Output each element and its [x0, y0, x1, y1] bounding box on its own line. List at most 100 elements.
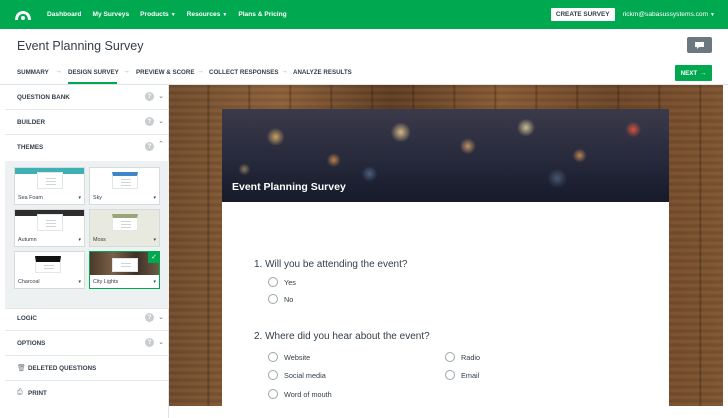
active-step-indicator	[68, 82, 117, 84]
question-2-choice-word-of-mouth[interactable]: Word of mouth	[268, 389, 332, 399]
step-collect-responses[interactable]: COLLECT RESPONSES	[209, 69, 278, 76]
nav-my-surveys-label: My Surveys	[92, 11, 130, 18]
question-2-choice-website[interactable]: Website	[268, 352, 310, 362]
help-icon[interactable]: ?	[145, 313, 154, 322]
theme-city-lights[interactable]: City Lights ▾ ✓	[89, 251, 160, 289]
sidebar-deleted-questions[interactable]: 🗑 DELETED QUESTIONS	[5, 356, 169, 381]
radio-button[interactable]	[268, 370, 278, 380]
theme-preview-card	[112, 214, 138, 231]
sidebar-print-label: PRINT	[28, 390, 47, 397]
help-icon[interactable]: ?	[145, 142, 154, 151]
chevron-down-icon[interactable]: ▾	[153, 195, 156, 201]
user-account-menu[interactable]: rickm@sabasussystems.com ▼	[623, 11, 715, 18]
nav-my-surveys[interactable]: My Surveys	[92, 11, 129, 18]
step-arrow-icon: →	[55, 68, 62, 75]
sidebar-themes-label: THEMES	[17, 144, 44, 151]
nav-products[interactable]: Products ▼	[140, 11, 176, 18]
nav-products-label: Products	[140, 11, 169, 18]
nav-dashboard[interactable]: Dashboard	[47, 11, 81, 18]
chevron-down-icon[interactable]: ⌄	[158, 92, 164, 100]
question-1-choice-yes[interactable]: Yes	[268, 277, 296, 287]
checkmark-icon: ✓	[148, 251, 160, 263]
radio-button[interactable]	[445, 352, 455, 362]
chevron-down-icon[interactable]: ▾	[78, 195, 81, 201]
sidebar-question-bank[interactable]: QUESTION BANK ? ⌄	[5, 85, 169, 110]
chevron-down-icon: ▼	[222, 11, 228, 18]
radio-button[interactable]	[268, 277, 278, 287]
theme-name: Sea Foam	[18, 195, 43, 201]
left-sidebar: QUESTION BANK ? ⌄ BUILDER ? ⌄ THEMES ? ⌃…	[5, 85, 169, 418]
sidebar-print[interactable]: ⎙ PRINT	[5, 381, 169, 406]
radio-button[interactable]	[268, 389, 278, 399]
choice-label: No	[284, 294, 294, 304]
question-2-choice-social-media[interactable]: Social media	[268, 370, 326, 380]
theme-charcoal[interactable]: Charcoal ▾	[14, 251, 85, 289]
theme-name: Autumn	[18, 237, 37, 243]
theme-name: Sky	[93, 195, 102, 201]
question-2-choice-radio[interactable]: Radio	[445, 352, 480, 362]
comment-icon	[695, 41, 704, 49]
step-arrow-icon: →	[281, 68, 288, 75]
next-button-label: NEXT	[680, 69, 698, 77]
theme-preview-card	[37, 214, 63, 231]
step-summary[interactable]: SUMMARY	[17, 69, 49, 76]
theme-preview-card	[112, 258, 138, 272]
top-navigation-bar: Dashboard My Surveys Products ▼ Resources…	[0, 0, 728, 29]
theme-autumn[interactable]: Autumn ▾	[14, 209, 85, 247]
choice-label: Word of mouth	[284, 389, 332, 399]
help-icon[interactable]: ?	[145, 92, 154, 101]
chevron-up-icon[interactable]: ⌃	[158, 140, 164, 148]
nav-resources[interactable]: Resources ▼	[187, 11, 228, 18]
survey-header-title[interactable]: Event Planning Survey	[232, 181, 346, 193]
step-arrow-icon: →	[197, 68, 204, 75]
radio-button[interactable]	[268, 352, 278, 362]
create-survey-button[interactable]: CREATE SURVEY	[550, 8, 615, 21]
step-analyze-results[interactable]: ANALYZE RESULTS	[293, 69, 352, 76]
sidebar-logic[interactable]: LOGIC ? ⌄	[5, 306, 169, 331]
themes-gallery: Sea Foam ▾ Sky ▾ Autumn ▾ Moss ▾ Charcoa…	[5, 161, 169, 309]
chevron-down-icon[interactable]: ▾	[78, 279, 81, 285]
radio-button[interactable]	[268, 294, 278, 304]
question-2-title[interactable]: 2. Where did you hear about the event?	[254, 331, 430, 342]
step-arrow-icon: →	[123, 68, 130, 75]
help-icon[interactable]: ?	[145, 117, 154, 126]
chevron-down-icon: ▼	[710, 11, 715, 18]
nav-plans-pricing[interactable]: Plans & Pricing	[238, 11, 286, 18]
theme-preview-card	[35, 256, 61, 273]
printer-icon: ⎙	[17, 389, 23, 396]
sidebar-themes[interactable]: THEMES ? ⌃	[5, 135, 169, 160]
question-2-choice-email[interactable]: Email	[445, 370, 479, 380]
nav-resources-label: Resources	[186, 11, 221, 18]
next-button[interactable]: NEXT →	[675, 65, 712, 81]
question-1-choice-no[interactable]: No	[268, 294, 293, 304]
workflow-steps-bar: SUMMARY → DESIGN SURVEY → PREVIEW & SCOR…	[0, 63, 728, 85]
sidebar-builder-label: BUILDER	[17, 119, 45, 126]
sidebar-builder[interactable]: BUILDER ? ⌄	[5, 110, 169, 135]
chevron-down-icon[interactable]: ▾	[153, 237, 156, 243]
sidebar-options[interactable]: OPTIONS ? ⌄	[5, 331, 169, 356]
nav-plans-pricing-label: Plans & Pricing	[238, 11, 287, 18]
theme-sky[interactable]: Sky ▾	[89, 167, 160, 205]
survey-page: Event Planning Survey 1. Will you be att…	[222, 109, 669, 406]
step-preview-score[interactable]: PREVIEW & SCORE	[136, 69, 194, 76]
chevron-down-icon[interactable]: ⌄	[158, 117, 164, 125]
choice-label: Email	[461, 370, 480, 380]
survey-title[interactable]: Event Planning Survey	[17, 39, 143, 53]
choice-label: Radio	[461, 352, 481, 362]
theme-moss[interactable]: Moss ▾	[89, 209, 160, 247]
radio-button[interactable]	[445, 370, 455, 380]
comments-button[interactable]	[687, 37, 712, 53]
chevron-down-icon[interactable]: ▾	[78, 237, 81, 243]
question-1-title[interactable]: 1. Will you be attending the event?	[254, 259, 407, 270]
theme-preview-card	[112, 172, 138, 189]
trash-icon: 🗑	[17, 365, 26, 372]
chevron-down-icon[interactable]: ⌄	[158, 313, 164, 321]
canvas-bottom-margin	[169, 406, 728, 418]
step-design-survey[interactable]: DESIGN SURVEY	[68, 69, 119, 76]
theme-preview-card	[37, 172, 63, 189]
chevron-down-icon[interactable]: ⌄	[158, 338, 164, 346]
theme-sea-foam[interactable]: Sea Foam ▾	[14, 167, 85, 205]
chevron-down-icon[interactable]: ▾	[153, 279, 156, 285]
help-icon[interactable]: ?	[145, 338, 154, 347]
surveymonkey-logo-icon[interactable]	[13, 8, 33, 22]
